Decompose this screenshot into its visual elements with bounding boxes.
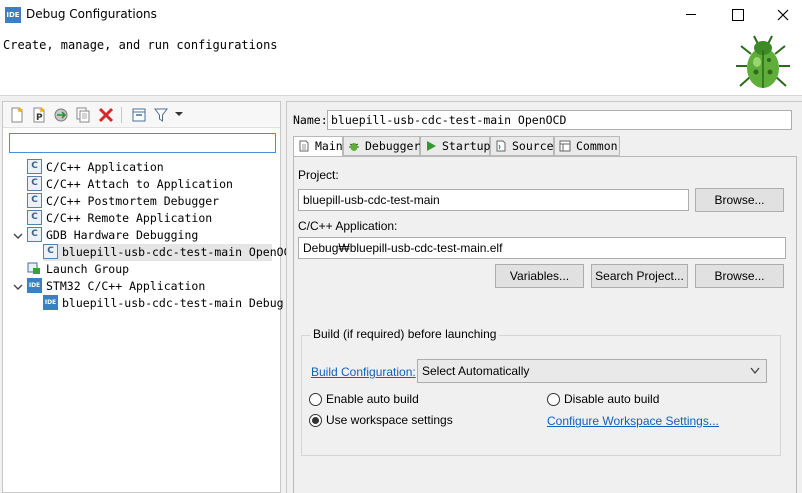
common-icon xyxy=(559,140,571,152)
browse-application-button[interactable]: Browse... xyxy=(695,264,784,288)
bug-icon xyxy=(349,143,359,151)
window-title: Debug Configurations xyxy=(26,7,157,21)
tree-item-label: Launch Group xyxy=(46,262,130,276)
disable-auto-build-label: Disable auto build xyxy=(564,392,660,406)
filter-icon[interactable] xyxy=(153,107,169,123)
tree-item-label: STM32 C/C++ Application xyxy=(46,279,206,293)
launch-group-icon xyxy=(27,262,40,274)
tree-item-label: bluepill-usb-cdc-test-main OpenOCD xyxy=(62,245,298,259)
enable-auto-build-radio[interactable] xyxy=(309,393,322,406)
build-configuration-link[interactable]: Build Configuration: xyxy=(311,365,416,379)
main-tab-icon xyxy=(299,140,309,152)
configure-workspace-settings-link[interactable]: Configure Workspace Settings... xyxy=(547,414,719,428)
c-launch-icon: C xyxy=(27,227,42,242)
svg-text:P: P xyxy=(36,113,43,123)
toolbar-separator xyxy=(121,107,122,123)
ide-icon: IDE xyxy=(43,295,58,310)
tab-label: Startup xyxy=(442,139,491,153)
use-workspace-settings-radio[interactable] xyxy=(309,414,322,427)
collapse-all-icon[interactable] xyxy=(131,107,147,123)
variables-button[interactable]: Variables... xyxy=(495,264,584,288)
delete-icon[interactable] xyxy=(98,107,114,123)
tab-label: Main xyxy=(315,139,343,153)
tree-item-openocd-config[interactable]: C bluepill-usb-cdc-test-main OpenOCD xyxy=(43,244,297,261)
application-field[interactable]: Debug₩bluepill-usb-cdc-test-main.elf xyxy=(298,237,786,259)
duplicate-icon[interactable] xyxy=(75,107,91,123)
ide-icon: IDE xyxy=(27,278,42,293)
search-project-button[interactable]: Search Project... xyxy=(591,264,688,288)
tab-main[interactable]: Main xyxy=(293,136,343,157)
name-input[interactable]: bluepill-usb-cdc-test-main OpenOCD xyxy=(327,110,792,130)
application-label: C/C++ Application: xyxy=(298,219,398,233)
disable-auto-build-radio[interactable] xyxy=(547,393,560,406)
tab-debugger[interactable]: Debugger xyxy=(343,136,420,156)
tab-startup[interactable]: Startup xyxy=(420,136,490,156)
tree-toolbar: P xyxy=(3,102,280,128)
tab-label: Debugger xyxy=(365,139,421,153)
minimize-button[interactable] xyxy=(668,0,714,30)
tree-item-label: bluepill-usb-cdc-test-main Debug xyxy=(62,296,284,310)
enable-auto-build-label: Enable auto build xyxy=(326,392,419,406)
chevron-down-icon[interactable] xyxy=(174,109,184,119)
new-configuration-icon[interactable] xyxy=(9,107,25,123)
c-launch-icon: C xyxy=(27,176,42,191)
close-button[interactable] xyxy=(760,0,802,30)
tree-item-label: GDB Hardware Debugging xyxy=(46,228,199,242)
tab-common[interactable]: Common xyxy=(554,136,620,156)
build-group: Build (if required) before launching Bui… xyxy=(301,327,781,456)
filter-input[interactable] xyxy=(9,133,276,153)
source-icon xyxy=(496,140,506,152)
maximize-button[interactable] xyxy=(714,0,760,30)
main-tab-content: Project: bluepill-usb-cdc-test-main Brow… xyxy=(293,156,797,493)
use-workspace-settings-label: Use workspace settings xyxy=(326,413,453,427)
dialog-header: Create, manage, and run configurations xyxy=(0,30,802,96)
ide-app-icon: IDE xyxy=(5,7,21,23)
configuration-tree-panel: P C C/C++ Application C C/C++ Attach to … xyxy=(2,101,297,493)
debug-bug-icon xyxy=(736,35,790,88)
header-message: Create, manage, and run configurations xyxy=(3,38,278,52)
build-configuration-select[interactable]: Select Automatically xyxy=(417,359,767,383)
project-label: Project: xyxy=(298,168,339,182)
chevron-down-icon[interactable] xyxy=(13,282,23,292)
c-launch-icon: C xyxy=(27,193,42,208)
project-field[interactable]: bluepill-usb-cdc-test-main xyxy=(298,189,689,211)
c-launch-icon: C xyxy=(27,159,42,174)
tree-item-label: C/C++ Application xyxy=(46,160,164,174)
c-launch-icon: C xyxy=(27,210,42,225)
new-prototype-icon[interactable]: P xyxy=(31,107,47,123)
play-icon xyxy=(427,141,436,151)
close-icon xyxy=(777,9,789,21)
tab-label: Common xyxy=(576,139,618,153)
tree-item-label: C/C++ Postmortem Debugger xyxy=(46,194,220,208)
c-launch-icon: C xyxy=(43,244,58,259)
tab-source[interactable]: Source xyxy=(490,136,554,156)
name-label: Name: xyxy=(293,113,328,127)
tree-item-label: C/C++ Remote Application xyxy=(46,211,213,225)
build-configuration-value: Select Automatically xyxy=(422,364,530,378)
tree-item-label: C/C++ Attach to Application xyxy=(46,177,233,191)
title-bar: IDE Debug Configurations xyxy=(0,0,802,30)
chevron-down-icon[interactable] xyxy=(13,231,23,241)
tab-label: Source xyxy=(512,139,554,153)
export-icon[interactable] xyxy=(53,107,69,123)
configuration-editor: Name: bluepill-usb-cdc-test-main OpenOCD… xyxy=(286,101,802,493)
build-group-title: Build (if required) before launching xyxy=(310,327,500,341)
chevron-down-icon xyxy=(750,367,760,375)
browse-project-button[interactable]: Browse... xyxy=(695,188,784,212)
